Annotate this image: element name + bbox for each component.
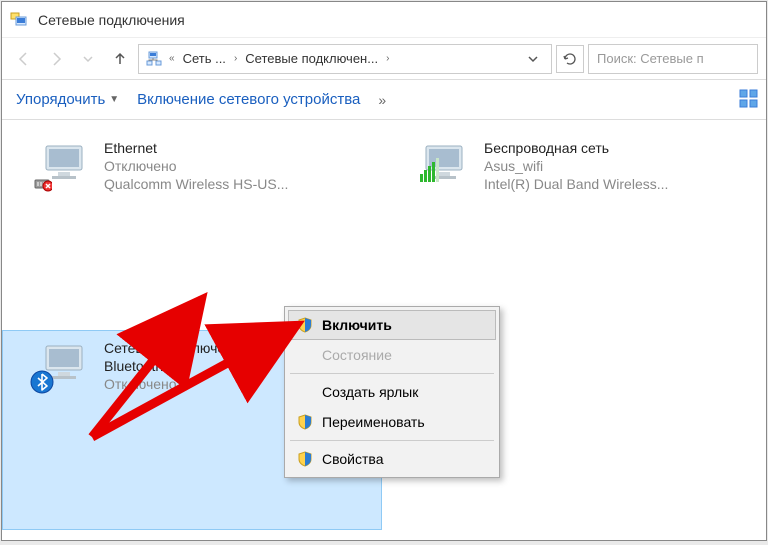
window-icon xyxy=(10,10,30,30)
connection-wireless[interactable]: Беспроводная сеть Asus_wifi Intel(R) Dua… xyxy=(382,130,762,330)
navbar: « Сеть ... › Сетевые подключен... › Поис… xyxy=(2,38,766,80)
back-button[interactable] xyxy=(10,45,38,73)
connection-status: Отключено xyxy=(104,158,288,174)
connection-name-line2: Bluetooth xyxy=(104,358,249,374)
connection-device: Qualcomm Wireless HS-US... xyxy=(104,176,288,192)
ctx-enable[interactable]: Включить xyxy=(288,310,496,340)
search-placeholder: Поиск: Сетевые п xyxy=(597,51,704,66)
toolbar-more-button[interactable]: » xyxy=(378,92,386,108)
connection-status: Отключено xyxy=(104,376,249,392)
separator xyxy=(290,373,494,374)
breadcrumb-seg-2[interactable]: Сетевые подключен... xyxy=(243,51,380,66)
organize-menu[interactable]: Упорядочить ▼ xyxy=(16,91,119,108)
disabled-x-icon xyxy=(34,174,52,192)
shield-icon xyxy=(296,450,314,468)
chevron-right-icon[interactable]: › xyxy=(384,53,391,64)
ctx-label: Состояние xyxy=(322,347,392,363)
refresh-button[interactable] xyxy=(556,45,584,73)
ctx-rename[interactable]: Переименовать xyxy=(288,407,496,437)
breadcrumb-seg-1[interactable]: Сеть ... xyxy=(181,51,228,66)
breadcrumb-dropdown[interactable] xyxy=(521,53,545,65)
search-input[interactable]: Поиск: Сетевые п xyxy=(588,44,758,74)
view-options-button[interactable] xyxy=(738,88,760,113)
shield-icon xyxy=(296,413,314,431)
toolbar: Упорядочить ▼ Включение сетевого устройс… xyxy=(2,80,766,120)
connection-name-line1: Сетевое подключение xyxy=(104,340,249,356)
ctx-shortcut[interactable]: Создать ярлык xyxy=(288,377,496,407)
ctx-label: Свойства xyxy=(322,451,383,467)
chevron-right-icon[interactable]: › xyxy=(232,53,239,64)
enable-device-button[interactable]: Включение сетевого устройства xyxy=(137,91,360,108)
context-menu: Включить Состояние Создать ярлык Переиме… xyxy=(284,306,500,478)
titlebar: Сетевые подключения xyxy=(2,2,766,38)
ctx-status: Состояние xyxy=(288,340,496,370)
window-title: Сетевые подключения xyxy=(38,12,185,28)
connection-status: Asus_wifi xyxy=(484,158,668,174)
breadcrumb-icon xyxy=(145,50,163,68)
up-button[interactable] xyxy=(106,45,134,73)
wireless-icon xyxy=(418,140,470,192)
ctx-label: Переименовать xyxy=(322,414,425,430)
separator xyxy=(290,440,494,441)
connection-device: Intel(R) Dual Band Wireless... xyxy=(484,176,668,192)
ctx-label: Создать ярлык xyxy=(322,384,418,400)
shield-icon xyxy=(296,316,314,334)
ctx-label: Включить xyxy=(322,317,392,333)
ctx-properties[interactable]: Свойства xyxy=(288,444,496,474)
forward-button[interactable] xyxy=(42,45,70,73)
bluetooth-icon xyxy=(38,340,90,392)
connection-name: Ethernet xyxy=(104,140,288,156)
breadcrumb-bar[interactable]: « Сеть ... › Сетевые подключен... › xyxy=(138,44,552,74)
bluetooth-badge-icon xyxy=(30,370,54,394)
chevron-down-icon: ▼ xyxy=(109,94,119,105)
connection-ethernet[interactable]: Ethernet Отключено Qualcomm Wireless HS-… xyxy=(2,130,382,330)
recent-dropdown[interactable] xyxy=(74,45,102,73)
connection-name: Беспроводная сеть xyxy=(484,140,668,156)
chevron-icon[interactable]: « xyxy=(167,53,177,64)
network-connections-window: Сетевые подключения « xyxy=(1,1,767,541)
ethernet-icon xyxy=(38,140,90,192)
